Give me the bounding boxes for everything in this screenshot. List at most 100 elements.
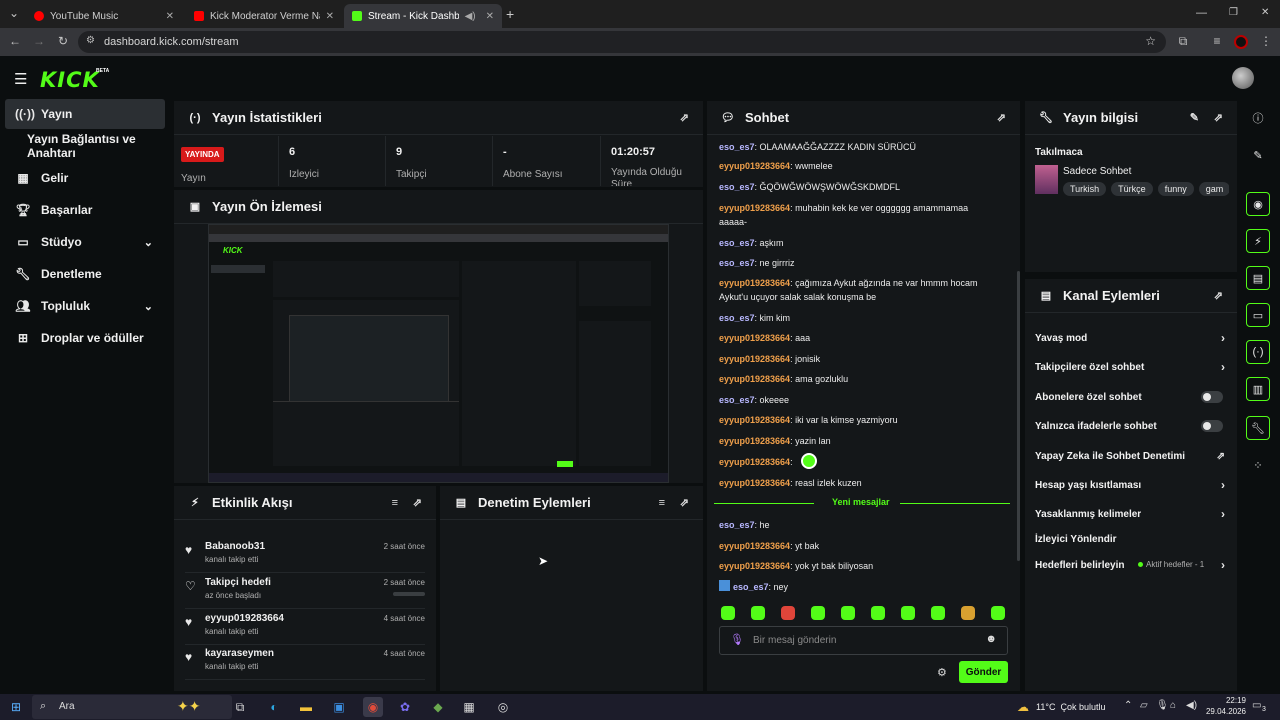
popout-icon[interactable]: ⇗ bbox=[413, 496, 422, 509]
emote-icon[interactable] bbox=[811, 606, 825, 620]
speaker-icon[interactable]: ◀) bbox=[465, 11, 476, 22]
chat-settings-icon[interactable]: ⚙ bbox=[937, 666, 947, 679]
extensions-icon[interactable]: ⧉ bbox=[1175, 34, 1191, 49]
kick-logo[interactable]: KICK bbox=[40, 68, 100, 92]
edge-icon[interactable]: ◐ bbox=[264, 697, 284, 717]
wifi-icon[interactable]: ▱ bbox=[1140, 700, 1148, 711]
tray-chevron-icon[interactable]: ⌃ bbox=[1124, 700, 1132, 711]
emote-icon[interactable] bbox=[871, 606, 885, 620]
edit-icon[interactable]: ✎ bbox=[1190, 111, 1199, 124]
new-tab-button[interactable]: + bbox=[506, 6, 514, 22]
close-icon[interactable]: ✕ bbox=[486, 11, 494, 22]
chat-username[interactable]: eyyup019283664 bbox=[719, 278, 790, 288]
stream-preview-video[interactable]: KICK bbox=[208, 224, 669, 483]
action-followers-only[interactable]: Takipçilere özel sohbet › bbox=[1035, 357, 1225, 377]
window-close-icon[interactable]: ✕ bbox=[1261, 7, 1269, 18]
emote-icon[interactable] bbox=[961, 606, 975, 620]
game-icon[interactable]: ◆ bbox=[428, 697, 448, 717]
sidebar-item-stream-key[interactable]: Yayın Bağlantısı ve Anahtarı bbox=[5, 131, 175, 161]
copilot-icon[interactable]: ✿ bbox=[395, 697, 415, 717]
filter-icon[interactable]: ≡ bbox=[392, 497, 398, 509]
tag[interactable]: funny bbox=[1157, 182, 1194, 196]
obs-icon[interactable]: ◎ bbox=[493, 697, 513, 717]
windows-start-icon[interactable]: ⊞ bbox=[6, 697, 26, 717]
action-ai-moderation[interactable]: Yapay Zeka ile Sohbet Denetimi ⇗ bbox=[1035, 446, 1225, 466]
filter-icon[interactable]: ≡ bbox=[659, 497, 665, 509]
sidebar-item-yayin[interactable]: ((·)) Yayın bbox=[5, 99, 165, 129]
chat-input[interactable]: 🎙︎ Bir mesaj gönderin ☻ bbox=[719, 626, 1008, 655]
tab-kick-dashboard[interactable]: Stream - Kick Dashboard ◀) ✕ bbox=[344, 4, 502, 28]
emoji-icon[interactable]: ☻ bbox=[985, 633, 997, 645]
emote-icon[interactable] bbox=[721, 606, 735, 620]
tag[interactable]: Turkish bbox=[1063, 182, 1107, 196]
sidebar-item-droplar[interactable]: ⊞ Droplar ve ödüller bbox=[5, 323, 165, 353]
pencil-icon[interactable]: ✎ bbox=[1246, 143, 1270, 167]
taskbar-search[interactable]: ⌕ Ara ✦✦ bbox=[32, 695, 232, 719]
broadcast-icon[interactable]: (·) bbox=[1246, 340, 1270, 364]
chat-username[interactable]: eyyup019283664 bbox=[719, 541, 790, 551]
chat-username[interactable]: eso_es7 bbox=[719, 520, 755, 530]
chat-username[interactable]: eyyup019283664 bbox=[719, 333, 790, 343]
wrench-icon[interactable]: 🔧︎ bbox=[1246, 416, 1270, 440]
chrome-icon[interactable]: ◉ bbox=[363, 697, 383, 717]
lightning-icon[interactable]: ⚡︎ bbox=[1246, 229, 1270, 253]
channel-icon[interactable]: ▥ bbox=[1246, 377, 1270, 401]
clock-time[interactable]: 22:19 bbox=[1212, 696, 1246, 705]
profile-avatar[interactable] bbox=[1234, 35, 1248, 49]
emote-icon[interactable] bbox=[931, 606, 945, 620]
info-icon[interactable]: ⓘ bbox=[1246, 106, 1270, 130]
chat-username[interactable]: eyyup019283664 bbox=[719, 478, 790, 488]
subscribers-only-toggle[interactable] bbox=[1201, 391, 1223, 403]
tag[interactable]: Türkçe bbox=[1111, 182, 1153, 196]
action-set-goals[interactable]: Hedefleri belirleyin Aktif hedefler - 1 … bbox=[1035, 555, 1225, 575]
file-explorer-icon[interactable]: ▬ bbox=[296, 697, 316, 717]
emote-icon[interactable] bbox=[991, 606, 1005, 620]
chat-username[interactable]: eyyup019283664 bbox=[719, 436, 790, 446]
user-avatar[interactable] bbox=[1232, 67, 1254, 89]
popout-icon[interactable]: ⇗ bbox=[1214, 289, 1223, 302]
network-icon[interactable]: ⌂ bbox=[1170, 700, 1176, 711]
action-redirect-viewers[interactable]: İzleyici Yönlendir bbox=[1035, 529, 1225, 549]
chat-icon[interactable]: ▭ bbox=[1246, 303, 1270, 327]
popout-icon[interactable]: ⇗ bbox=[680, 496, 689, 509]
chat-username[interactable]: eso_es7 bbox=[719, 395, 755, 405]
chat-username[interactable]: eso_es7 bbox=[733, 582, 769, 592]
action-slow-mode[interactable]: Yavaş mod › bbox=[1035, 328, 1225, 348]
emote-icon[interactable] bbox=[841, 606, 855, 620]
reload-icon[interactable]: ↻ bbox=[55, 34, 71, 48]
more-actions-icon[interactable]: ⁘ bbox=[1246, 453, 1270, 477]
calculator-icon[interactable]: ▦ bbox=[459, 697, 479, 717]
camera-icon[interactable]: ◉ bbox=[1246, 192, 1270, 216]
task-view-icon[interactable]: ⧉ bbox=[230, 697, 250, 717]
notification-icon[interactable]: ▭ bbox=[1252, 700, 1261, 711]
sidebar-item-topluluk[interactable]: 👥︎ Topluluk ⌄ bbox=[5, 291, 165, 321]
hamburger-menu-icon[interactable]: ☰ bbox=[14, 70, 27, 88]
sidebar-item-basarilar[interactable]: 🏆︎ Başarılar bbox=[5, 195, 165, 225]
chat-username[interactable]: eso_es7 bbox=[719, 238, 755, 248]
emote-only-toggle[interactable] bbox=[1201, 420, 1223, 432]
sidebar-item-gelir[interactable]: ▦ Gelir bbox=[5, 163, 165, 193]
emote-icon[interactable] bbox=[751, 606, 765, 620]
chat-username[interactable]: eyyup019283664 bbox=[719, 203, 790, 213]
chat-username[interactable]: eyyup019283664 bbox=[719, 457, 790, 467]
chat-username[interactable]: eso_es7 bbox=[719, 313, 755, 323]
document-icon[interactable]: ▤ bbox=[1246, 266, 1270, 290]
tab-youtube-video[interactable]: Kick Moderator Verme Nasıl Yap ✕ bbox=[186, 4, 342, 28]
close-icon[interactable]: ✕ bbox=[326, 11, 334, 22]
media-control-icon[interactable]: ≡ bbox=[1209, 34, 1225, 48]
chat-username[interactable]: eso_es7 bbox=[719, 258, 755, 268]
chat-scrollbar[interactable] bbox=[1017, 271, 1020, 561]
chat-username[interactable]: eyyup019283664 bbox=[719, 374, 790, 384]
chat-username[interactable]: eyyup019283664 bbox=[719, 415, 790, 425]
restore-icon[interactable]: ❐ bbox=[1229, 7, 1238, 18]
tag[interactable]: gam bbox=[1198, 182, 1229, 196]
popout-icon[interactable]: ⇗ bbox=[680, 111, 689, 124]
microphone-icon[interactable]: 🎙︎ bbox=[730, 633, 744, 646]
menu-icon[interactable]: ⋮ bbox=[1258, 34, 1274, 48]
chat-username[interactable]: eyyup019283664 bbox=[719, 561, 790, 571]
action-banned-words[interactable]: Yasaklanmış kelimeler › bbox=[1035, 504, 1225, 524]
action-account-age[interactable]: Hesap yaşı kısıtlaması › bbox=[1035, 475, 1225, 495]
tab-youtube-music[interactable]: YouTube Music ✕ bbox=[26, 4, 182, 28]
chat-username[interactable]: eyyup019283664 bbox=[719, 354, 790, 364]
emote-icon[interactable] bbox=[901, 606, 915, 620]
